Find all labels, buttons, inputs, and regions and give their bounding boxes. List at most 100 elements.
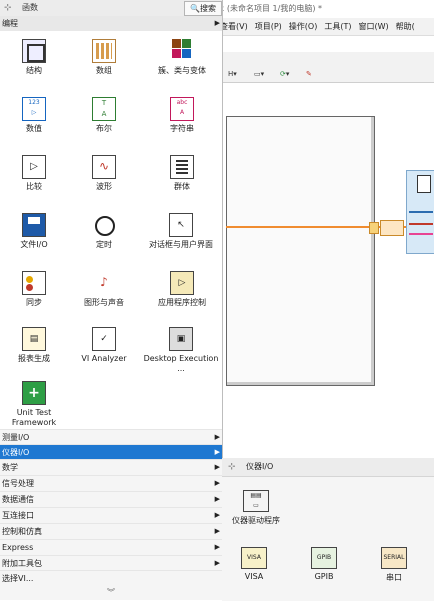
visa-icon: VISA xyxy=(241,547,267,569)
menu-help[interactable]: 帮助( xyxy=(396,18,415,35)
string-constant-node[interactable] xyxy=(380,220,404,236)
palette-tile-boolean[interactable]: TA 布尔 xyxy=(70,89,138,134)
category-express[interactable]: Express ▶ xyxy=(0,539,222,555)
tile-label: GPIB xyxy=(314,572,334,581)
cluster-class-variant-icon xyxy=(170,39,194,63)
tile-label: VI Analyzer xyxy=(81,354,127,363)
expand-arrow-icon: ▶ xyxy=(214,463,220,471)
subpalette-title: 仪器I/O xyxy=(246,462,274,471)
tile-label: 簇、类与变体 xyxy=(158,66,206,75)
menu-operate[interactable]: 操作(O) xyxy=(289,18,318,35)
tile-label: 布尔 xyxy=(96,124,112,133)
category-instrument-io[interactable]: 仪器I/O ▶ xyxy=(0,444,222,460)
expand-arrow-icon: ▶ xyxy=(214,448,220,456)
select-vi-item[interactable]: 选择VI... xyxy=(0,570,222,586)
palette-tile-structures[interactable]: 结构 xyxy=(0,31,68,76)
menu-window[interactable]: 窗口(W) xyxy=(358,18,388,35)
palette-tile-collections[interactable]: 群体 xyxy=(148,147,216,192)
array-icon xyxy=(92,39,116,63)
tile-label: 对话框与用户界面 xyxy=(149,240,213,249)
expand-arrow-icon: ▶ xyxy=(214,495,220,503)
tile-label: 应用程序控制 xyxy=(158,298,206,307)
reorder-dropdown[interactable]: ⟳▾ xyxy=(280,70,289,80)
cleanup-icon[interactable]: ✎ xyxy=(306,70,312,80)
menu-view[interactable]: 查看(V) xyxy=(220,18,248,35)
align-dropdown[interactable]: H▾ xyxy=(228,70,237,80)
serial-icon: SERIAL xyxy=(381,547,407,569)
category-mathematics[interactable]: 数学 ▶ xyxy=(0,459,222,475)
waveform-icon: ∿ xyxy=(92,155,116,179)
string-icon: abc A xyxy=(170,97,194,121)
instrument-drivers-icon: ▤▤ ▭ xyxy=(243,490,269,512)
subpalette-item-visa[interactable]: VISA VISA xyxy=(236,547,272,581)
search-button[interactable]: 🔍搜索 xyxy=(184,1,222,16)
palette-tile-desktop-execution[interactable]: ▣ Desktop Execution ... xyxy=(140,319,222,374)
comparison-icon: ▷ xyxy=(22,155,46,179)
category-control-simulation[interactable]: 控制和仿真 ▶ xyxy=(0,523,222,539)
palette-title: 函数 xyxy=(22,3,38,12)
subvi-node[interactable] xyxy=(406,170,434,254)
vi-analyzer-icon: ✓ xyxy=(92,327,116,351)
synchronization-icon xyxy=(22,271,46,295)
palette-tile-numeric[interactable]: 123 ▷ 数值 xyxy=(0,89,68,134)
palette-tile-array[interactable]: 数组 xyxy=(70,31,138,76)
menu-tools[interactable]: 工具(T) xyxy=(324,18,351,35)
tile-label: 结构 xyxy=(26,66,42,75)
programming-subpalette-grid: 结构 数组 簇、类与变体 123 ▷ 数值 TA 布尔 abc A 字符串 ▷ 比较… xyxy=(0,31,222,429)
palette-tile-cluster[interactable]: 簇、类与变体 xyxy=(148,31,216,76)
category-data-communication[interactable]: 数据通信 ▶ xyxy=(0,491,222,507)
palette-tile-waveform[interactable]: ∿ 波形 xyxy=(70,147,138,192)
timing-icon xyxy=(92,213,116,237)
tile-label: 图形与声音 xyxy=(84,298,124,307)
menu-project[interactable]: 项目(P) xyxy=(255,18,282,35)
tile-label: 数组 xyxy=(96,66,112,75)
subpalette-item-instrument-drivers[interactable]: ▤▤ ▭ 仪器驱动程序 xyxy=(228,490,284,526)
expand-arrow-icon: ▶ xyxy=(214,527,220,535)
tile-label: 串口 xyxy=(386,573,402,582)
tile-label: 报表生成 xyxy=(18,354,50,363)
structures-icon xyxy=(22,39,46,63)
palette-tile-timing[interactable]: 定时 xyxy=(70,205,138,250)
palette-tile-string[interactable]: abc A 字符串 xyxy=(148,89,216,134)
tile-label: Desktop Execution ... xyxy=(143,354,219,373)
distribute-dropdown[interactable]: ▭▾ xyxy=(254,70,264,80)
palette-tile-comparison[interactable]: ▷ 比较 xyxy=(0,147,68,192)
tile-label: 群体 xyxy=(174,182,190,191)
tile-label: 仪器驱动程序 xyxy=(232,516,280,525)
graphics-sound-icon: ♪ xyxy=(92,271,116,295)
boolean-icon: TA xyxy=(92,97,116,121)
node-icon xyxy=(417,175,431,193)
palette-tile-vi-analyzer[interactable]: ✓ VI Analyzer xyxy=(70,319,138,364)
palette-tile-synchronization[interactable]: 同步 xyxy=(0,263,68,308)
expand-arrow-icon: ▶ xyxy=(214,19,220,27)
subpalette-item-serial[interactable]: SERIAL 串口 xyxy=(376,547,412,583)
expand-arrow-icon: ▶ xyxy=(214,543,220,551)
wire[interactable] xyxy=(226,226,372,228)
expand-arrow-icon: ▶ xyxy=(214,559,220,567)
dialog-ui-icon: ↖ xyxy=(169,213,193,237)
pin-icon[interactable]: ⊹ xyxy=(228,462,236,472)
tile-label: VISA xyxy=(244,572,264,581)
scroll-down-chevron-icon[interactable]: ︾ xyxy=(0,586,222,600)
while-loop-structure[interactable] xyxy=(226,116,375,386)
category-signal-processing[interactable]: 信号处理 ▶ xyxy=(0,475,222,491)
tile-label: 定时 xyxy=(96,240,112,249)
palette-tile-app-control[interactable]: ▷ 应用程序控制 xyxy=(148,263,216,308)
window-title: ε (未命名项目 1/我的电脑) * xyxy=(220,0,434,18)
category-measurement-io[interactable]: 测量I/O ▶ xyxy=(0,429,222,445)
unit-test-framework-icon: + xyxy=(22,381,46,405)
palette-tile-file-io[interactable]: 文件I/O xyxy=(0,205,68,250)
tunnel[interactable] xyxy=(369,222,379,234)
tile-label: Unit Test Framework xyxy=(11,408,57,427)
palette-tile-graphics-sound[interactable]: ♪ 图形与声音 xyxy=(70,263,138,308)
subpalette-item-gpib[interactable]: GPIB GPIB xyxy=(306,547,342,581)
palette-tile-report-generation[interactable]: ▤ 报表生成 xyxy=(0,319,68,364)
pin-icon[interactable]: ⊹ xyxy=(4,3,14,13)
expand-arrow-icon: ▶ xyxy=(214,479,220,487)
gpib-icon: GPIB xyxy=(311,547,337,569)
category-addons[interactable]: 附加工具包 ▶ xyxy=(0,555,222,571)
palette-tile-dialog-ui[interactable]: ↖ 对话框与用户界面 xyxy=(140,205,222,250)
category-connectivity[interactable]: 互连接口 ▶ xyxy=(0,507,222,523)
category-programming[interactable]: 编程 ▶ xyxy=(0,16,222,31)
palette-tile-unit-test[interactable]: + Unit Test Framework xyxy=(0,373,68,428)
